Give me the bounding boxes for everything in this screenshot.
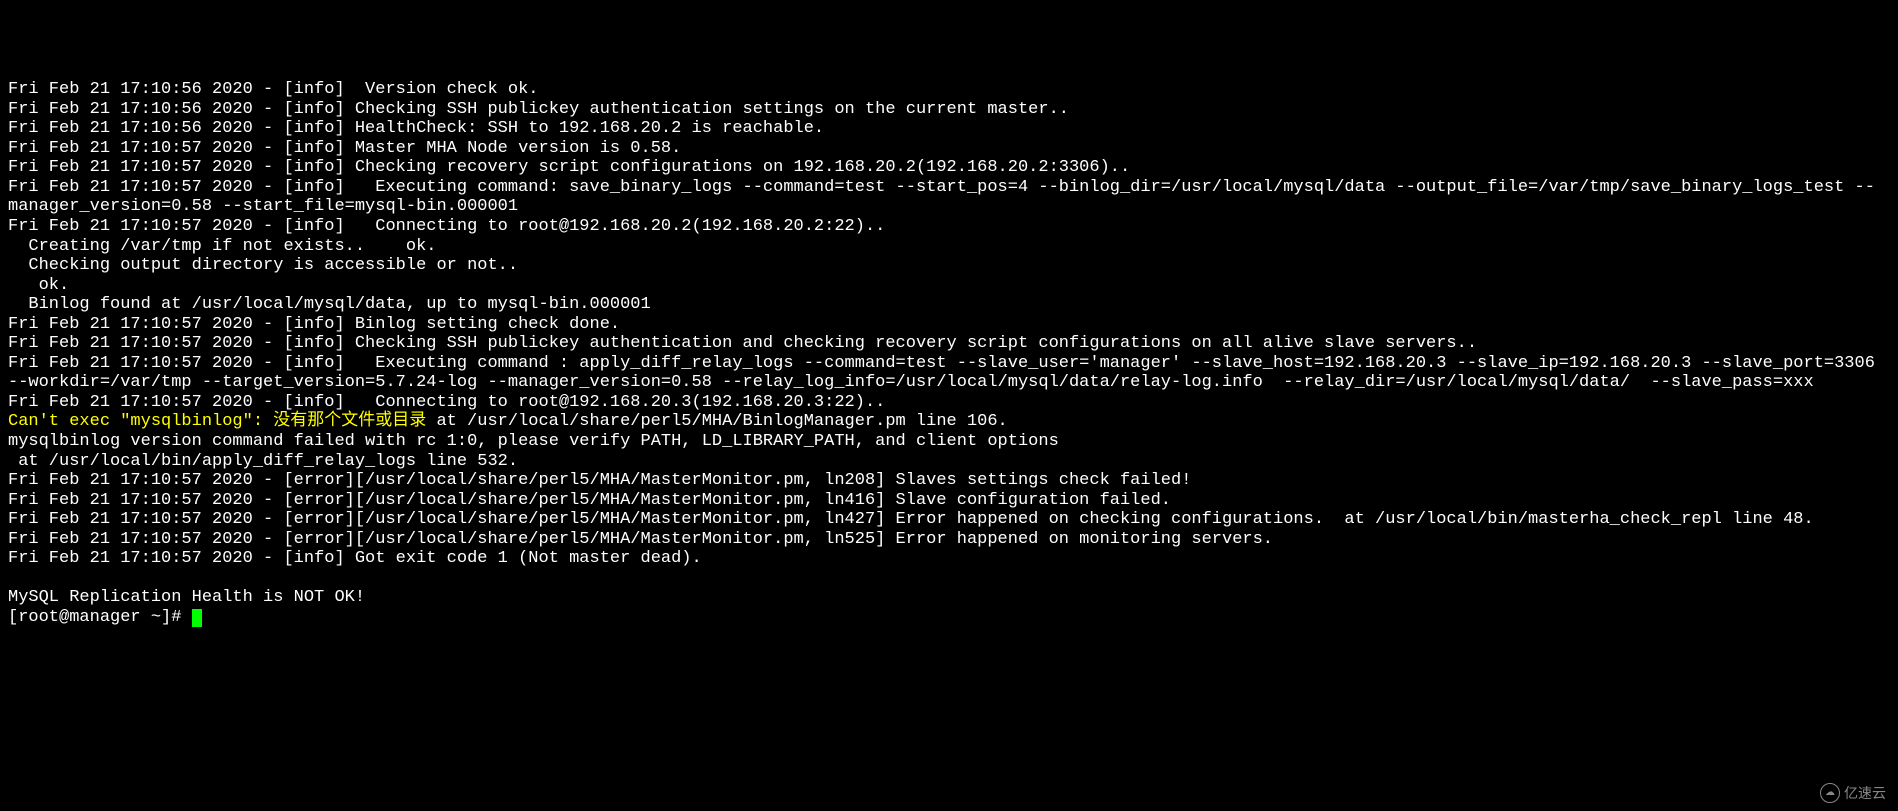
log-line: ok. <box>8 276 1890 296</box>
error-highlight: Can't exec "mysqlbinlog": 没有那个文件或目录 <box>8 412 426 431</box>
log-line: Fri Feb 21 17:10:57 2020 - [info] Binlog… <box>8 315 1890 335</box>
log-line: MySQL Replication Health is NOT OK! <box>8 588 1890 608</box>
log-line <box>8 569 1890 589</box>
log-line: Fri Feb 21 17:10:57 2020 - [info] Execut… <box>8 178 1890 217</box>
log-line: Fri Feb 21 17:10:57 2020 - [info] Got ex… <box>8 549 1890 569</box>
log-line: Checking output directory is accessible … <box>8 256 1890 276</box>
log-line: Fri Feb 21 17:10:57 2020 - [info] Connec… <box>8 393 1890 413</box>
log-line: Fri Feb 21 17:10:57 2020 - [error][/usr/… <box>8 491 1890 511</box>
error-log-line: Can't exec "mysqlbinlog": 没有那个文件或目录 at /… <box>8 412 1890 432</box>
log-line: Fri Feb 21 17:10:56 2020 - [info] Health… <box>8 119 1890 139</box>
log-line: Fri Feb 21 17:10:57 2020 - [info] Execut… <box>8 354 1890 393</box>
log-line: Fri Feb 21 17:10:56 2020 - [info] Versio… <box>8 80 1890 100</box>
cloud-icon: ☁ <box>1820 783 1840 803</box>
log-line: Fri Feb 21 17:10:57 2020 - [info] Connec… <box>8 217 1890 237</box>
log-line: Binlog found at /usr/local/mysql/data, u… <box>8 295 1890 315</box>
watermark: ☁ 亿速云 <box>1820 783 1886 803</box>
watermark-text: 亿速云 <box>1844 785 1886 801</box>
log-line: Fri Feb 21 17:10:57 2020 - [error][/usr/… <box>8 530 1890 550</box>
log-line: Fri Feb 21 17:10:57 2020 - [error][/usr/… <box>8 471 1890 491</box>
log-line: Fri Feb 21 17:10:57 2020 - [info] Checki… <box>8 158 1890 178</box>
prompt-text: [root@manager ~]# <box>8 608 192 627</box>
shell-prompt[interactable]: [root@manager ~]# <box>8 608 1890 628</box>
log-line: mysqlbinlog version command failed with … <box>8 432 1890 452</box>
error-location: at /usr/local/share/perl5/MHA/BinlogMana… <box>426 412 1008 431</box>
cursor <box>192 609 202 627</box>
log-line: Fri Feb 21 17:10:57 2020 - [info] Checki… <box>8 334 1890 354</box>
log-line: Fri Feb 21 17:10:57 2020 - [error][/usr/… <box>8 510 1890 530</box>
log-line: at /usr/local/bin/apply_diff_relay_logs … <box>8 452 1890 472</box>
log-line: Fri Feb 21 17:10:57 2020 - [info] Master… <box>8 139 1890 159</box>
log-line: Fri Feb 21 17:10:56 2020 - [info] Checki… <box>8 100 1890 120</box>
log-line: Creating /var/tmp if not exists.. ok. <box>8 237 1890 257</box>
terminal-output[interactable]: Fri Feb 21 17:10:56 2020 - [info] Versio… <box>8 80 1890 627</box>
